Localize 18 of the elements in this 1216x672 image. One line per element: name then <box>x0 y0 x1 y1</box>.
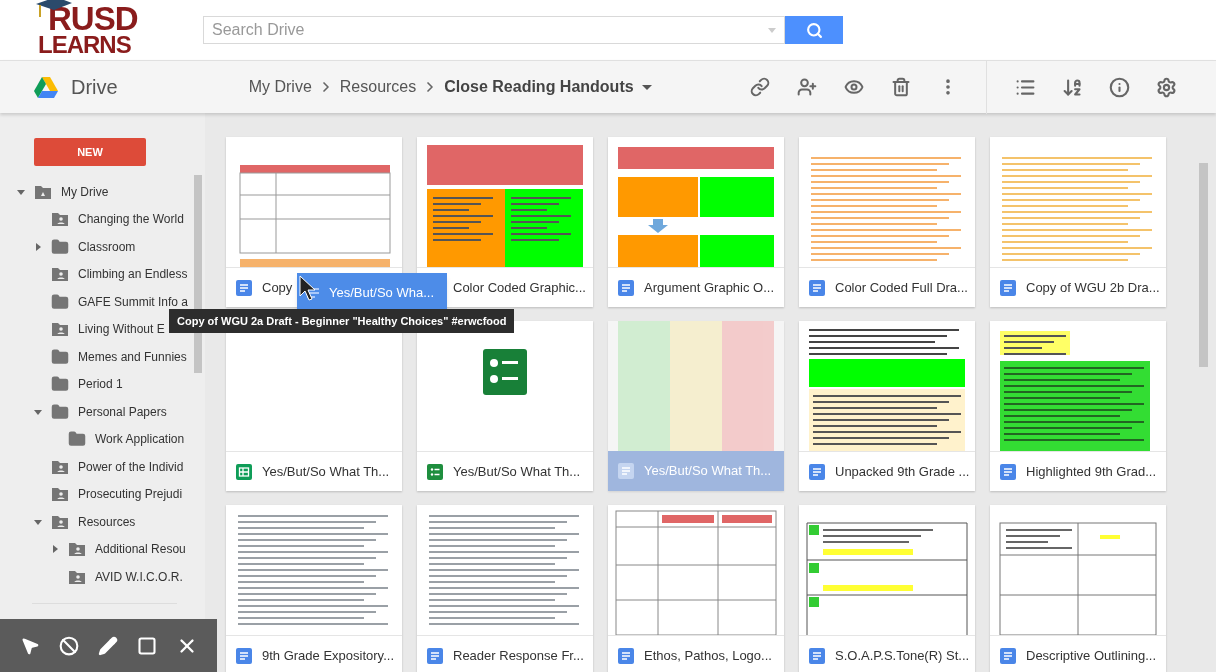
file-name: Color Coded Full Dra... <box>835 278 968 297</box>
tooltip: Copy of WGU 2a Draft - Beginner "Healthy Choices" #erwcfood <box>169 309 515 333</box>
app-name: Drive <box>71 75 118 100</box>
file-name: Yes/But/So What Th... <box>262 462 390 481</box>
file-name: Ethos, Pathos, Logo... <box>644 646 772 665</box>
file-name: Copy <box>262 278 293 297</box>
file-name: Yes/But/So What Th... <box>644 462 772 481</box>
file-name: Argument Graphic O... <box>644 278 775 297</box>
file-name: Copy of WGU 2b Dra... <box>1026 278 1160 297</box>
file-name: Color Coded Graphic... <box>453 278 586 297</box>
file-name: Unpacked 9th Grade ... <box>835 462 970 481</box>
file-name: Descriptive Outlining... <box>1026 646 1157 665</box>
logo: RUSD LEARNS <box>38 4 178 56</box>
file-name: 9th Grade Expository... <box>262 646 394 665</box>
file-name: S.O.A.P.S.Tone(R) St... <box>835 646 970 665</box>
file-name: Reader Response Fr... <box>453 646 584 665</box>
file-name: Yes/But/So What Th... <box>453 462 581 481</box>
file-name: Highlighted 9th Grad... <box>1026 462 1157 481</box>
